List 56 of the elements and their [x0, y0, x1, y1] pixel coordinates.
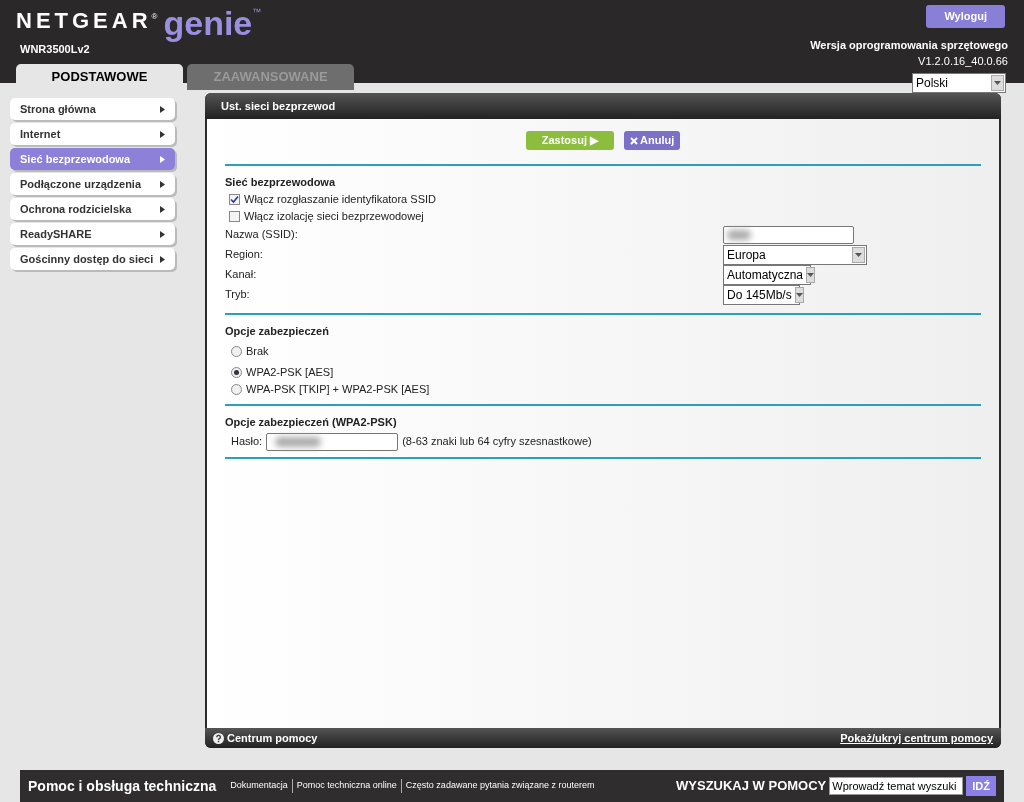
- caret-icon: [852, 246, 865, 263]
- ssid-field[interactable]: [723, 225, 854, 244]
- search-label: WYSZUKAJ W POMOCY: [676, 777, 827, 796]
- logo: NETGEAR® genie™: [16, 4, 263, 41]
- arrow-icon: [160, 205, 165, 213]
- radio-button[interactable]: [231, 346, 242, 357]
- arrow-icon: [160, 230, 165, 238]
- dropdown[interactable]: Europa: [723, 244, 867, 265]
- field-label: Kanał:: [225, 267, 257, 283]
- footer-title: Pomoc i obsługa techniczna: [28, 776, 217, 796]
- caret-icon: [794, 286, 804, 303]
- arrow-icon: [160, 105, 165, 113]
- section-heading: Sieć bezprzewodowa: [225, 175, 337, 190]
- search-field[interactable]: Wprowadź temat wyszuki: [829, 777, 964, 795]
- footer-link[interactable]: Pomoc techniczna online: [291, 779, 401, 793]
- field-label: Region:: [225, 247, 263, 263]
- password-field[interactable]: [266, 432, 399, 451]
- close-icon: [630, 136, 639, 145]
- field-label: Hasło:: [231, 434, 263, 450]
- arrow-icon: [160, 155, 165, 163]
- footer-link[interactable]: Często zadawane pytania związane z routerem: [400, 779, 599, 793]
- radio-label: WPA2-PSK [AES]: [246, 365, 334, 381]
- checkbox[interactable]: [229, 193, 240, 205]
- toggle-help-link[interactable]: Pokaż/ukryj centrum pomocy: [840, 729, 993, 747]
- help-center-label: Centrum pomocy: [227, 730, 318, 746]
- radio-button[interactable]: [231, 367, 242, 378]
- footer-link[interactable]: Dokumentacja: [226, 779, 292, 793]
- sidebar-item[interactable]: ReadySHARE: [10, 223, 175, 245]
- sidebar-item[interactable]: Gościnny dostęp do sieci: [10, 248, 175, 270]
- arrow-icon: [160, 130, 165, 138]
- caret-icon: [806, 266, 816, 283]
- cancel-button[interactable]: Anuluj: [624, 131, 681, 150]
- radio-button[interactable]: [231, 384, 242, 395]
- sidebar-item[interactable]: Strona główna: [10, 98, 175, 120]
- firmware-version: V1.2.0.16_40.0.66: [918, 54, 1008, 69]
- checkbox-label: Włącz izolację sieci bezprzewodowej: [244, 208, 424, 224]
- section-heading: Opcje zabezpieczeń: [225, 323, 330, 339]
- firmware-label: Wersja oprogramowania sprzętowego: [810, 37, 1008, 53]
- field-label: Nazwa (SSID):: [225, 227, 298, 243]
- panel-title: Ust. sieci bezprzewod: [221, 98, 336, 114]
- model-name: WNR3500Lv2: [20, 42, 91, 57]
- caret-icon: [991, 74, 1004, 91]
- sidebar-item[interactable]: Ochrona rodzicielska: [10, 198, 175, 220]
- section-heading: Opcje zabezpieczeń (WPA2-PSK): [225, 415, 398, 430]
- sidebar-item[interactable]: Internet: [10, 123, 175, 145]
- radio-label: Brak: [246, 344, 269, 360]
- arrow-icon: [160, 180, 165, 188]
- arrow-icon: [160, 255, 165, 263]
- help-icon: [213, 732, 224, 744]
- sidebar-item[interactable]: Podłączone urządzenia: [10, 173, 175, 195]
- dropdown[interactable]: Polski: [912, 72, 1006, 93]
- radio-label: WPA-PSK [TKIP] + WPA2-PSK [AES]: [246, 382, 430, 398]
- checkbox-label: Włącz rozgłaszanie identyfikatora SSID: [244, 191, 436, 207]
- field-label: Tryb:: [225, 287, 250, 303]
- checkbox[interactable]: [229, 210, 240, 222]
- password-hint: (8-63 znaki lub 64 cyfry szesnastkowe): [402, 434, 592, 450]
